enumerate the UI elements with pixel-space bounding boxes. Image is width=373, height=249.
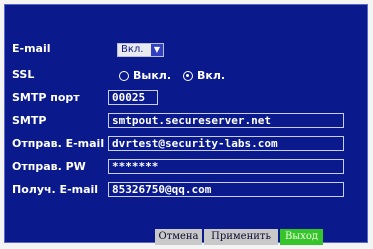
ssl-off-radio[interactable]: Выкл. bbox=[119, 69, 171, 82]
sender-password-field[interactable]: ******* bbox=[108, 159, 344, 174]
cancel-button[interactable]: Отмена bbox=[155, 229, 202, 245]
email-enable-select[interactable]: Вкл. ▼ bbox=[117, 43, 164, 57]
email-settings-panel: E-mail Вкл. ▼ SSL Выкл. Вкл. SMTP порт 0… bbox=[4, 4, 368, 245]
recipient-email-field[interactable]: 85326750@qq.com bbox=[108, 182, 344, 197]
apply-button[interactable]: Применить bbox=[204, 229, 278, 245]
ssl-on-radio[interactable]: Вкл. bbox=[183, 69, 225, 82]
recipient-email-label: Получ. E-mail bbox=[12, 183, 99, 196]
radio-on-icon bbox=[183, 70, 193, 81]
smtp-port-label: SMTP порт bbox=[12, 91, 80, 104]
sender-password-label: Отправ. PW bbox=[12, 160, 86, 173]
email-enable-value: Вкл. bbox=[121, 44, 144, 55]
chevron-down-icon[interactable]: ▼ bbox=[151, 44, 163, 56]
exit-button[interactable]: Выход bbox=[280, 229, 323, 245]
email-label: E-mail bbox=[12, 42, 51, 55]
smtp-port-field[interactable]: 00025 bbox=[108, 90, 158, 105]
sender-email-field[interactable]: dvrtest@security-labs.com bbox=[108, 136, 344, 151]
ssl-off-label: Выкл. bbox=[133, 69, 172, 82]
ssl-on-label: Вкл. bbox=[197, 69, 226, 82]
sender-email-label: Отправ. E-mail bbox=[12, 137, 105, 150]
smtp-server-field[interactable]: smtpout.secureserver.net bbox=[108, 113, 344, 128]
smtp-label: SMTP bbox=[12, 114, 47, 127]
ssl-label: SSL bbox=[12, 68, 35, 81]
radio-off-icon bbox=[119, 70, 129, 81]
